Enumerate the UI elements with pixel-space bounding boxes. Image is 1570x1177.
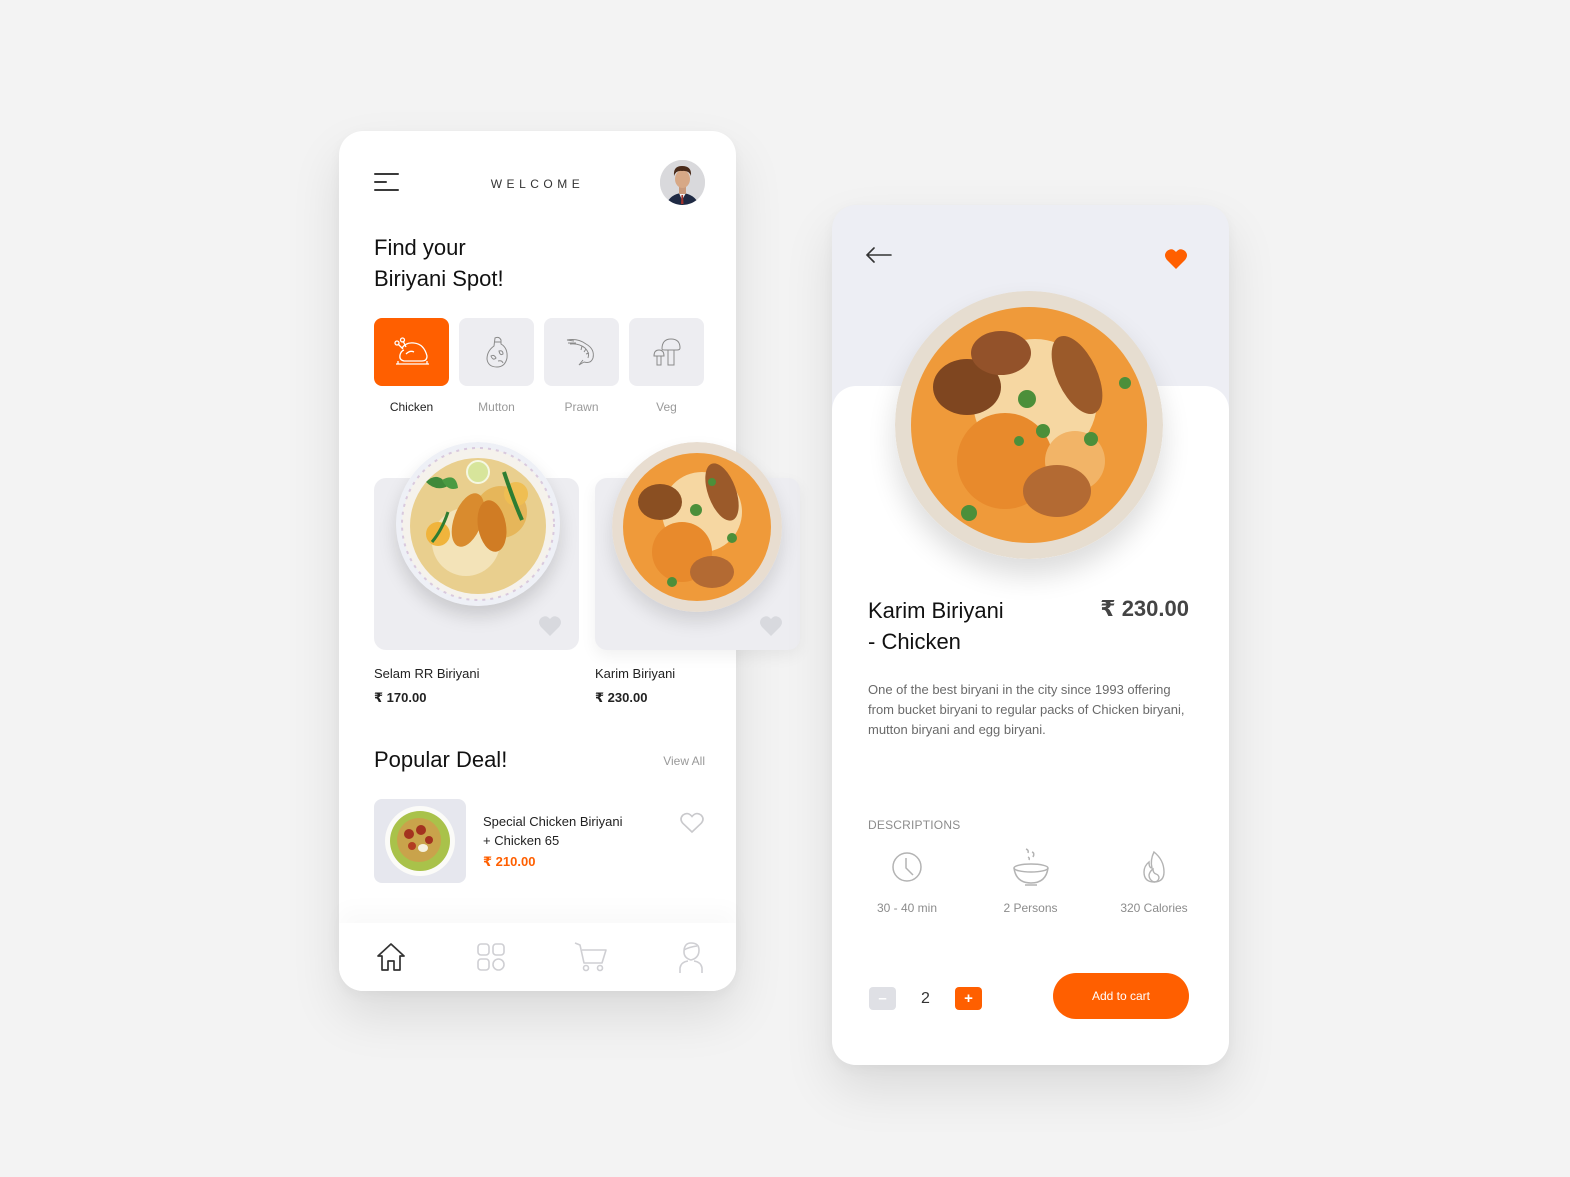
user-avatar[interactable] bbox=[660, 160, 705, 205]
food-name: Selam RR Biriyani bbox=[374, 666, 480, 681]
decrease-quantity-button[interactable]: – bbox=[869, 987, 896, 1010]
category-chicken[interactable]: Chicken bbox=[374, 318, 449, 414]
dish-title-line-1: Karim Biriyani bbox=[868, 598, 1004, 623]
profile-icon bbox=[679, 942, 703, 973]
category-label: Prawn bbox=[564, 400, 599, 414]
deal-biryani-image bbox=[385, 806, 455, 876]
deal-name: Special Chicken Biriyani + Chicken 65 bbox=[483, 812, 622, 850]
heart-filled-icon[interactable] bbox=[1163, 248, 1189, 270]
grid-icon bbox=[477, 943, 505, 971]
category-label: Veg bbox=[656, 400, 677, 414]
cart-icon bbox=[574, 942, 607, 972]
mushroom-icon bbox=[652, 338, 681, 366]
deal-name-line-2: + Chicken 65 bbox=[483, 833, 560, 848]
add-to-cart-button[interactable]: Add to cart bbox=[1053, 973, 1189, 1019]
tab-profile[interactable] bbox=[674, 940, 708, 974]
bottom-tab-bar bbox=[339, 923, 736, 991]
stat-label: 2 Persons bbox=[1003, 901, 1058, 915]
category-mutton[interactable]: Mutton bbox=[459, 318, 534, 414]
category-label: Mutton bbox=[478, 400, 515, 414]
view-all-link[interactable]: View All bbox=[663, 754, 705, 768]
category-list: Chicken Mutton Prawn Veg bbox=[374, 318, 704, 414]
stat-label: 30 - 40 min bbox=[876, 901, 938, 915]
food-price: ₹ 230.00 bbox=[595, 690, 648, 705]
food-price: ₹ 170.00 bbox=[374, 690, 427, 705]
category-veg[interactable]: Veg bbox=[629, 318, 704, 414]
category-label: Chicken bbox=[389, 400, 434, 414]
section-title: Popular Deal! bbox=[374, 747, 508, 772]
dish-stats: 30 - 40 min 2 Persons 320 Calories bbox=[862, 845, 1199, 915]
increase-quantity-button[interactable]: + bbox=[955, 987, 982, 1010]
biryani-hero-image bbox=[895, 291, 1163, 559]
clock-icon bbox=[892, 852, 922, 882]
prawn-icon bbox=[566, 339, 594, 366]
back-arrow-icon[interactable] bbox=[865, 245, 893, 265]
tab-categories[interactable] bbox=[474, 940, 508, 974]
dish-title: Karim Biriyani - Chicken bbox=[868, 595, 1004, 657]
deal-item[interactable]: Special Chicken Biriyani + Chicken 65 ₹ … bbox=[374, 799, 705, 883]
tab-home[interactable] bbox=[374, 940, 408, 974]
stat-servings: 2 Persons bbox=[986, 845, 1076, 915]
category-veg-tile bbox=[629, 318, 704, 386]
home-icon bbox=[377, 943, 405, 971]
bowl-icon bbox=[1012, 848, 1049, 886]
deal-price: ₹ 210.00 bbox=[483, 854, 536, 869]
dish-title-line-2: - Chicken bbox=[868, 629, 961, 654]
quantity-stepper: – 2 + bbox=[869, 987, 982, 1010]
heart-icon[interactable] bbox=[537, 615, 563, 637]
food-name: Karim Biriyani bbox=[595, 666, 676, 681]
category-prawn-tile bbox=[544, 318, 619, 386]
home-screen: WELCOME Find your Biriyani Spot! Chicken… bbox=[339, 131, 800, 991]
stat-time: 30 - 40 min bbox=[862, 845, 952, 915]
heart-icon[interactable] bbox=[758, 615, 784, 637]
descriptions-label: DESCRIPTIONS bbox=[868, 818, 961, 832]
stat-calories: 320 Calories bbox=[1109, 845, 1199, 915]
category-chicken-tile bbox=[374, 318, 449, 386]
chicken-icon bbox=[393, 337, 429, 365]
tab-cart[interactable] bbox=[574, 940, 608, 974]
mutton-icon bbox=[485, 336, 508, 368]
headline-line-1: Find your bbox=[374, 235, 466, 260]
deal-name-line-1: Special Chicken Biriyani bbox=[483, 814, 623, 829]
biryani-plate-image bbox=[396, 442, 560, 606]
detail-screen: Karim Biriyani - Chicken ₹ 230.00 One of… bbox=[832, 205, 1229, 1065]
flame-icon bbox=[1143, 850, 1165, 883]
headline-line-2: Biriyani Spot! bbox=[374, 266, 504, 291]
deal-thumbnail bbox=[374, 799, 466, 883]
stat-label: 320 Calories bbox=[1120, 901, 1188, 915]
category-mutton-tile bbox=[459, 318, 534, 386]
dish-description: One of the best biryani in the city sinc… bbox=[868, 682, 1185, 737]
quantity-value: 2 bbox=[921, 989, 930, 1007]
heart-outline-icon[interactable] bbox=[679, 812, 705, 834]
category-prawn[interactable]: Prawn bbox=[544, 318, 619, 414]
dish-price: ₹ 230.00 bbox=[1100, 596, 1189, 621]
page-headline: Find your Biriyani Spot! bbox=[374, 232, 504, 294]
biryani-plate-image bbox=[612, 442, 782, 612]
